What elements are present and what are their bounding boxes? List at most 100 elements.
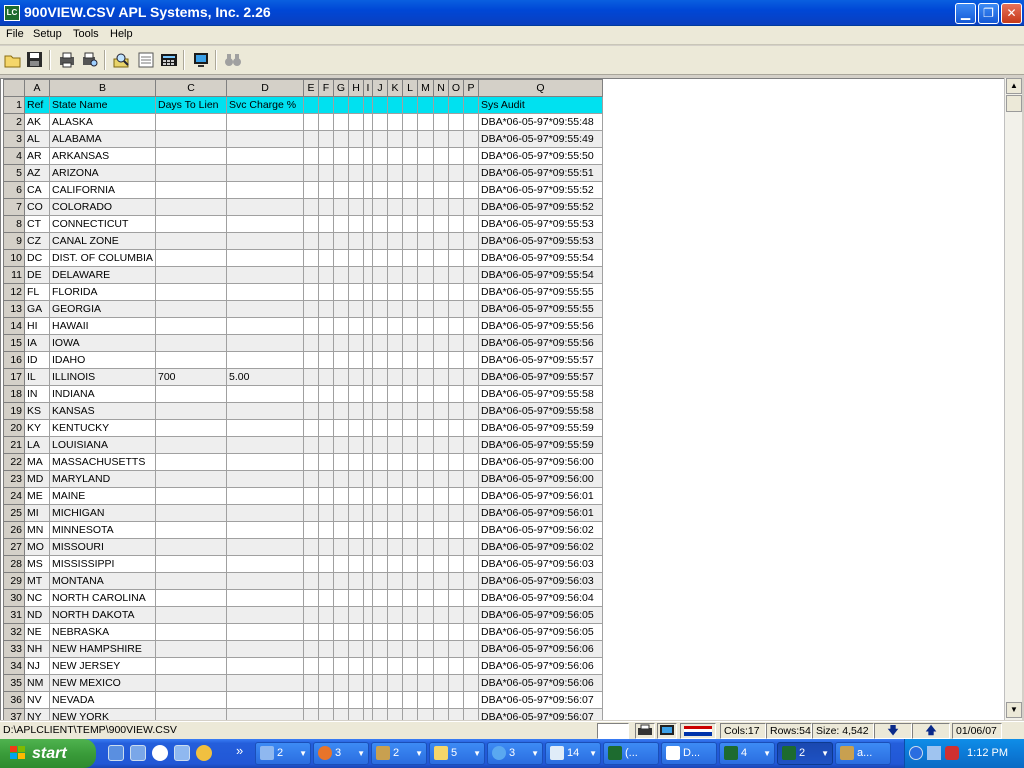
cell-q[interactable]: DBA*06-05-97*09:55:57 xyxy=(478,351,603,369)
status-monitor-icon[interactable] xyxy=(657,723,677,739)
cell-e[interactable] xyxy=(303,96,319,114)
row-number[interactable]: 26 xyxy=(3,521,25,539)
cell-n[interactable] xyxy=(433,249,449,267)
cell-g[interactable] xyxy=(333,572,349,590)
print-preview-icon[interactable] xyxy=(80,50,100,70)
cell-e[interactable] xyxy=(303,470,319,488)
cell-c[interactable] xyxy=(155,147,227,165)
cell-a[interactable]: KY xyxy=(24,419,50,437)
scroll-thumb[interactable] xyxy=(1006,95,1022,112)
cell-h[interactable] xyxy=(348,402,364,420)
cell-m[interactable] xyxy=(417,657,434,675)
row-number[interactable]: 21 xyxy=(3,436,25,454)
cell-i[interactable] xyxy=(363,402,373,420)
cell-o[interactable] xyxy=(448,606,464,624)
cell-c[interactable] xyxy=(155,623,227,641)
cell-h[interactable] xyxy=(348,351,364,369)
cell-j[interactable] xyxy=(372,249,388,267)
taskbar-group-notepad[interactable]: 14 ▼ xyxy=(545,742,601,765)
cell-h[interactable] xyxy=(348,572,364,590)
cell-m[interactable] xyxy=(417,487,434,505)
column-header-q[interactable]: Q xyxy=(478,79,603,97)
cell-k[interactable] xyxy=(387,232,403,250)
cell-i[interactable] xyxy=(363,538,373,556)
column-header-h[interactable]: H xyxy=(348,79,364,97)
cell-k[interactable] xyxy=(387,368,403,386)
cell-d[interactable] xyxy=(226,215,304,233)
cell-f[interactable] xyxy=(318,385,334,403)
cell-i[interactable] xyxy=(363,317,373,335)
cell-e[interactable] xyxy=(303,181,319,199)
cell-b[interactable]: GEORGIA xyxy=(49,300,156,318)
row-number[interactable]: 30 xyxy=(3,589,25,607)
cell-o[interactable] xyxy=(448,283,464,301)
cell-j[interactable] xyxy=(372,674,388,692)
cell-b[interactable]: MISSISSIPPI xyxy=(49,555,156,573)
cell-i[interactable] xyxy=(363,300,373,318)
cell-o[interactable] xyxy=(448,266,464,284)
cell-q[interactable]: DBA*06-05-97*09:56:06 xyxy=(478,657,603,675)
cell-a[interactable]: ND xyxy=(24,606,50,624)
cell-c[interactable] xyxy=(155,317,227,335)
cell-h[interactable] xyxy=(348,113,364,131)
cell-f[interactable] xyxy=(318,317,334,335)
cell-j[interactable] xyxy=(372,334,388,352)
cell-b[interactable]: MASSACHUSETTS xyxy=(49,453,156,471)
cell-i[interactable] xyxy=(363,334,373,352)
cell-p[interactable] xyxy=(463,317,479,335)
cell-i[interactable] xyxy=(363,436,373,454)
cell-g[interactable] xyxy=(333,181,349,199)
cell-c[interactable]: Days To Lien xyxy=(155,96,227,114)
row-number[interactable]: 5 xyxy=(3,164,25,182)
cell-j[interactable] xyxy=(372,589,388,607)
cell-h[interactable] xyxy=(348,640,364,658)
cell-a[interactable]: LA xyxy=(24,436,50,454)
cell-k[interactable] xyxy=(387,487,403,505)
column-header-j[interactable]: J xyxy=(372,79,388,97)
cell-l[interactable] xyxy=(402,606,418,624)
cell-p[interactable] xyxy=(463,113,479,131)
cell-f[interactable] xyxy=(318,164,334,182)
menu-help[interactable]: Help xyxy=(110,28,133,40)
cell-m[interactable] xyxy=(417,96,434,114)
cell-j[interactable] xyxy=(372,368,388,386)
cell-n[interactable] xyxy=(433,504,449,522)
cell-b[interactable]: MAINE xyxy=(49,487,156,505)
cell-d[interactable] xyxy=(226,351,304,369)
cell-m[interactable] xyxy=(417,317,434,335)
cell-a[interactable]: NM xyxy=(24,674,50,692)
cell-k[interactable] xyxy=(387,674,403,692)
column-header-a[interactable]: A xyxy=(24,79,50,97)
cell-l[interactable] xyxy=(402,419,418,437)
cell-q[interactable]: DBA*06-05-97*09:56:00 xyxy=(478,453,603,471)
cell-q[interactable]: DBA*06-05-97*09:55:52 xyxy=(478,181,603,199)
row-number[interactable]: 22 xyxy=(3,453,25,471)
cell-f[interactable] xyxy=(318,130,334,148)
minimize-button[interactable]: ▁ xyxy=(955,3,976,24)
cell-h[interactable] xyxy=(348,266,364,284)
cell-d[interactable] xyxy=(226,334,304,352)
cell-m[interactable] xyxy=(417,300,434,318)
cell-b[interactable]: COLORADO xyxy=(49,198,156,216)
cell-k[interactable] xyxy=(387,538,403,556)
cell-k[interactable] xyxy=(387,402,403,420)
cell-n[interactable] xyxy=(433,419,449,437)
cell-c[interactable] xyxy=(155,283,227,301)
cell-e[interactable] xyxy=(303,436,319,454)
cell-a[interactable]: AZ xyxy=(24,164,50,182)
cell-a[interactable]: MS xyxy=(24,555,50,573)
cell-h[interactable] xyxy=(348,521,364,539)
cell-i[interactable] xyxy=(363,487,373,505)
cell-e[interactable] xyxy=(303,147,319,165)
cell-b[interactable]: HAWAII xyxy=(49,317,156,335)
cell-l[interactable] xyxy=(402,402,418,420)
cell-b[interactable]: ILLINOIS xyxy=(49,368,156,386)
cell-d[interactable] xyxy=(226,436,304,454)
cell-l[interactable] xyxy=(402,504,418,522)
cell-k[interactable] xyxy=(387,198,403,216)
cell-k[interactable] xyxy=(387,572,403,590)
security-icon[interactable] xyxy=(945,746,959,760)
cell-d[interactable] xyxy=(226,572,304,590)
cell-k[interactable] xyxy=(387,164,403,182)
cell-k[interactable] xyxy=(387,215,403,233)
